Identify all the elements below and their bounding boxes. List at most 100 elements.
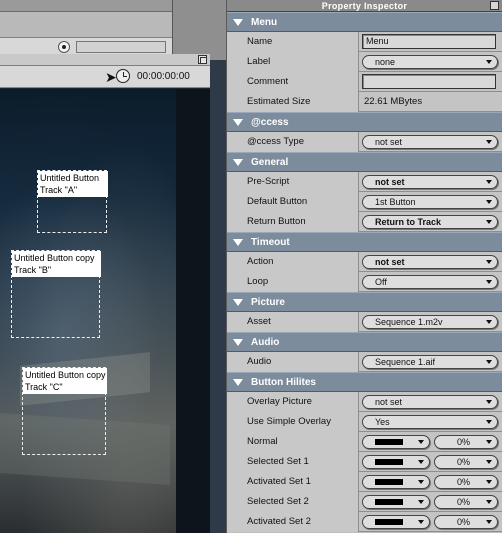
chevron-down-icon	[486, 279, 492, 284]
color-swatch-popup[interactable]	[362, 474, 430, 489]
opacity-popup[interactable]: 0%	[434, 454, 498, 469]
menu-editor-toolbar: ➤ 00:00:00:00	[0, 66, 210, 88]
disclosure-triangle-icon[interactable]	[233, 18, 243, 26]
row-access-type: @ccess Type not set	[227, 131, 502, 152]
row-label: Label none	[227, 51, 502, 72]
opacity-popup[interactable]: 0%	[434, 494, 498, 509]
color-swatch	[375, 438, 403, 445]
button-label: Untitled Button Track "A"	[38, 171, 108, 197]
pre-script-popup[interactable]: not set	[362, 174, 498, 189]
row-hilite-selected-set-1: Selected Set 1 0%	[227, 451, 502, 472]
row-return-button: Return Button Return to Track	[227, 211, 502, 232]
menu-editor-titlebar	[0, 54, 210, 66]
color-swatch-popup[interactable]	[362, 514, 430, 529]
background-window	[0, 0, 226, 60]
zoom-box-icon[interactable]	[198, 55, 207, 64]
timecode: 00:00:00:00	[137, 71, 190, 82]
section-audio[interactable]: Audio	[227, 332, 502, 352]
default-button-popup[interactable]: 1st Button	[362, 194, 498, 209]
color-swatch	[375, 478, 403, 485]
menu-background-video: Untitled Button Track "A" Untitled Butto…	[0, 89, 210, 533]
inspector-titlebar: Property Inspector	[227, 0, 502, 12]
section-general[interactable]: General	[227, 152, 502, 172]
chevron-down-icon	[486, 359, 492, 364]
overlay-picture-popup[interactable]: not set	[362, 394, 498, 409]
chevron-down-icon	[418, 499, 424, 504]
row-default-button: Default Button 1st Button	[227, 191, 502, 212]
opacity-popup[interactable]: 0%	[434, 434, 498, 449]
chevron-down-icon	[486, 519, 492, 524]
zoom-box-icon[interactable]	[490, 1, 499, 10]
chevron-down-icon	[486, 439, 492, 444]
name-field[interactable]: Menu	[362, 34, 496, 49]
disclosure-triangle-icon[interactable]	[233, 378, 243, 386]
background-field[interactable]	[76, 41, 166, 53]
row-action: Action not set	[227, 251, 502, 272]
row-asset: Asset Sequence 1.m2v	[227, 311, 502, 332]
opacity-popup[interactable]: 0%	[434, 514, 498, 529]
comment-field[interactable]	[362, 74, 496, 89]
row-hilite-activated-set-2: Activated Set 2 0%	[227, 511, 502, 532]
chevron-down-icon	[486, 259, 492, 264]
section-menu[interactable]: Menu	[227, 12, 502, 32]
row-overlay-picture: Overlay Picture not set	[227, 391, 502, 412]
chevron-down-icon	[486, 479, 492, 484]
section-picture[interactable]: Picture	[227, 292, 502, 312]
chevron-down-icon	[418, 439, 424, 444]
chevron-down-icon	[486, 179, 492, 184]
row-loop: Loop Off	[227, 271, 502, 292]
disclosure-triangle-icon[interactable]	[233, 238, 243, 246]
row-name: Name Menu	[227, 31, 502, 52]
opacity-popup[interactable]: 0%	[434, 474, 498, 489]
row-use-simple-overlay: Use Simple Overlay Yes	[227, 411, 502, 432]
row-estimated-size: Estimated Size 22.61 MBytes	[227, 91, 502, 112]
disclosure-triangle-icon[interactable]	[233, 158, 243, 166]
chevron-down-icon	[486, 399, 492, 404]
chevron-down-icon	[486, 219, 492, 224]
color-swatch-popup[interactable]	[362, 434, 430, 449]
action-popup[interactable]: not set	[362, 254, 498, 269]
chevron-down-icon	[418, 459, 424, 464]
access-type-popup[interactable]: not set	[362, 134, 498, 149]
clock-icon[interactable]	[116, 69, 130, 83]
return-button-popup[interactable]: Return to Track	[362, 214, 498, 229]
menu-button-track-a[interactable]: Untitled Button Track "A"	[37, 170, 108, 233]
background-window-toolbar	[0, 12, 172, 38]
loop-popup[interactable]: Off	[362, 274, 498, 289]
menu-button-track-c[interactable]: Untitled Button copy Track "C"	[22, 367, 107, 455]
row-audio: Audio Sequence 1.aif	[227, 351, 502, 372]
row-pre-script: Pre-Script not set	[227, 171, 502, 192]
chevron-down-icon	[486, 319, 492, 324]
inspector-title: Property Inspector	[321, 1, 408, 11]
section-timeout[interactable]: Timeout	[227, 232, 502, 252]
section-access[interactable]: @ccess	[227, 112, 502, 132]
menu-editor-window: ➤ 00:00:00:00 Untitled Button Track "A" …	[0, 54, 210, 533]
row-hilite-activated-set-1: Activated Set 1 0%	[227, 471, 502, 492]
background-window-side	[172, 0, 226, 60]
button-label: Untitled Button copy Track "B"	[12, 251, 101, 277]
radio-button[interactable]	[58, 41, 70, 53]
background-window-titlebar	[0, 0, 172, 12]
chevron-down-icon	[486, 199, 492, 204]
use-simple-overlay-popup[interactable]: Yes	[362, 414, 498, 429]
disclosure-triangle-icon[interactable]	[233, 298, 243, 306]
color-swatch	[375, 498, 403, 505]
color-swatch-popup[interactable]	[362, 454, 430, 469]
button-label: Untitled Button copy Track "C"	[23, 368, 107, 394]
color-swatch-popup[interactable]	[362, 494, 430, 509]
chevron-down-icon	[486, 139, 492, 144]
estimated-size-value: 22.61 MBytes	[364, 96, 423, 107]
label-popup[interactable]: none	[362, 54, 498, 69]
property-inspector: Property Inspector Menu Name Menu Label …	[226, 0, 502, 533]
section-button-hilites[interactable]: Button Hilites	[227, 372, 502, 392]
chevron-down-icon	[486, 499, 492, 504]
menu-button-track-b[interactable]: Untitled Button copy Track "B"	[11, 250, 101, 338]
asset-popup[interactable]: Sequence 1.m2v	[362, 314, 498, 329]
chevron-down-icon	[418, 479, 424, 484]
row-hilite-normal: Normal 0%	[227, 431, 502, 452]
chevron-down-icon	[486, 459, 492, 464]
audio-popup[interactable]: Sequence 1.aif	[362, 354, 498, 369]
chevron-down-icon	[486, 59, 492, 64]
disclosure-triangle-icon[interactable]	[233, 118, 243, 126]
disclosure-triangle-icon[interactable]	[233, 338, 243, 346]
